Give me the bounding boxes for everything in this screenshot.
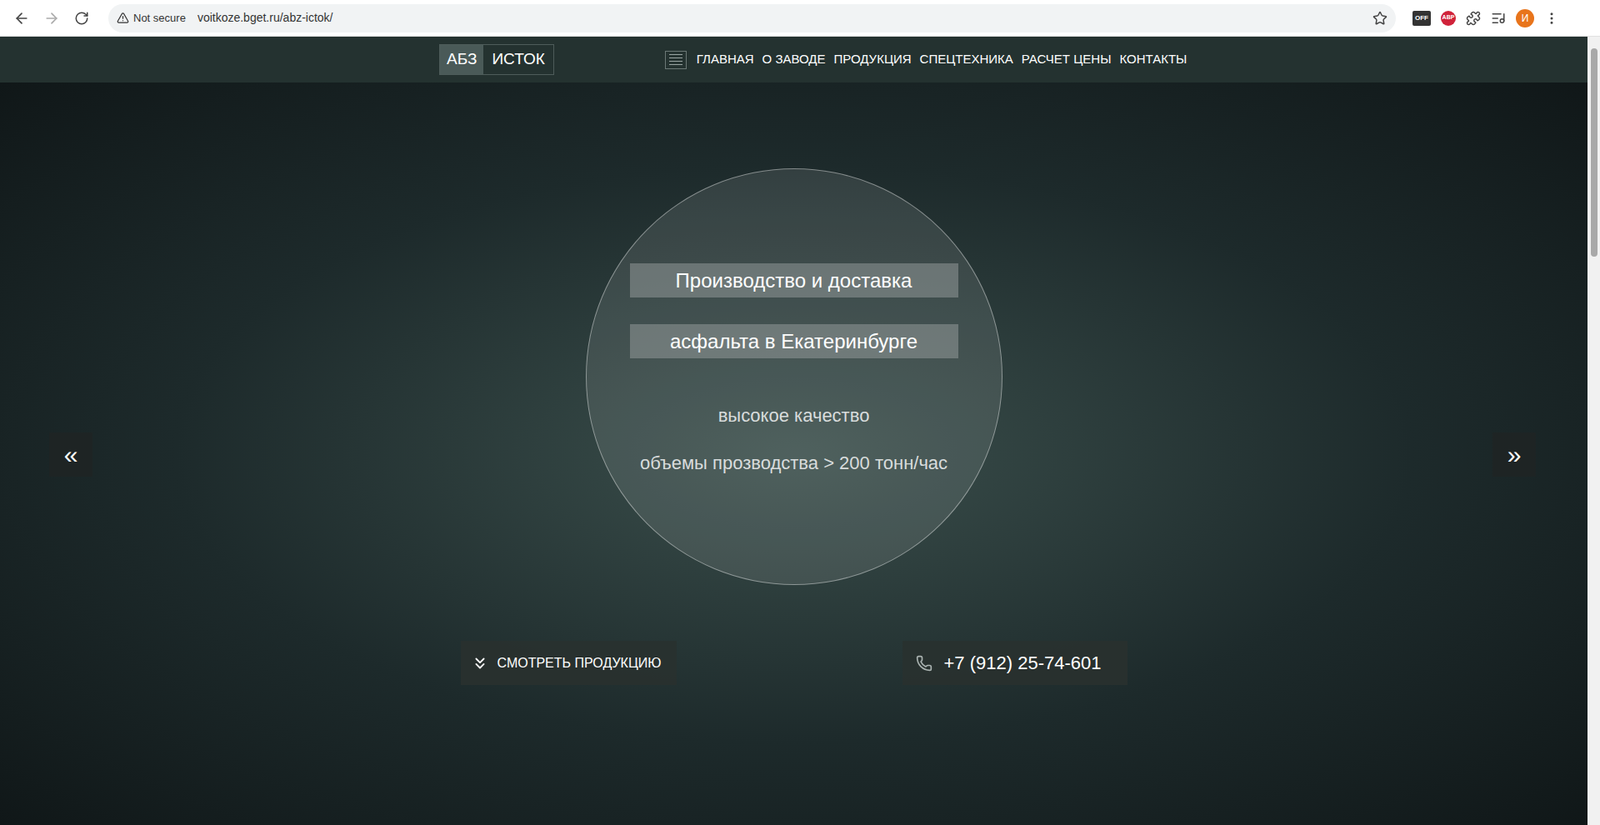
address-bar[interactable]: Not secure voitkoze.bget.ru/abz-ictok/ xyxy=(108,4,1396,33)
extension-adblock[interactable]: ABP xyxy=(1440,10,1456,26)
phone-icon xyxy=(915,655,933,672)
reload-button[interactable] xyxy=(68,5,95,32)
view-products-button[interactable]: СМОТРЕТЬ ПРОДУКЦИЮ xyxy=(460,640,677,685)
browser-toolbar: Not secure voitkoze.bget.ru/abz-ictok/OFF… xyxy=(0,0,1600,37)
hero-tagline: объемы прозводства > 200 тонн/час xyxy=(640,449,948,477)
warning-icon xyxy=(116,11,130,25)
security-chip[interactable]: Not secure xyxy=(116,10,186,27)
url-text: voitkoze.bget.ru/abz-ictok/ xyxy=(197,9,334,27)
hero-tagline: высокое качество xyxy=(718,401,870,430)
phone-button[interactable]: +7 (912) 25-74-601 xyxy=(902,640,1128,685)
page: АБЗИСТОК ГЛАВНАЯ О ЗАВОДЕ ПРОДУКЦИЯ СПЕЦТЕХН… xyxy=(0,36,1588,825)
hero-buttons: СМОТРЕТЬ ПРОДУКЦИЮ +7 (912) 25-74-601 xyxy=(460,640,1128,685)
site-menu: ГЛАВНАЯ О ЗАВОДЕ ПРОДУКЦИЯ СПЕЦТЕХНИКА РАСЧЕ… xyxy=(696,50,1188,70)
bookmark-star-icon[interactable] xyxy=(1372,10,1388,26)
back-button[interactable] xyxy=(8,5,35,32)
hero-circle: Производство и доставка асфальта в Екатер… xyxy=(585,168,1003,585)
menu-line-icon xyxy=(669,64,683,65)
forward-button[interactable] xyxy=(38,5,65,32)
hero-headline: асфальта в Екатеринбурге xyxy=(630,324,959,359)
hero-headline: Производство и доставка xyxy=(630,263,959,298)
double-chevron-down-icon xyxy=(470,654,490,673)
site-logo[interactable]: АБЗИСТОК xyxy=(439,44,555,75)
menu-line-icon xyxy=(669,57,683,59)
security-label: Not secure xyxy=(133,10,186,27)
browser-window: Not secure voitkoze.bget.ru/abz-ictok/OFF… xyxy=(0,0,1600,825)
nav-link[interactable]: О ЗАВОДЕ xyxy=(762,50,826,70)
media-queue-icon[interactable] xyxy=(1490,10,1506,26)
reload-icon xyxy=(74,10,90,26)
nav-link[interactable]: РАСЧЕТ ЦЕНЫ xyxy=(1021,50,1112,70)
nav-link[interactable]: СПЕЦТЕХНИКА xyxy=(920,50,1014,70)
nav-link[interactable]: ГЛАВНАЯ xyxy=(696,50,755,70)
nav-link[interactable]: КОНТАКТЫ xyxy=(1119,50,1187,70)
extension-off[interactable]: OFF xyxy=(1412,10,1431,26)
extensions-puzzle-icon[interactable] xyxy=(1465,10,1481,26)
slider-prev-button[interactable]: « xyxy=(49,432,93,477)
site-navbar: АБЗИСТОК ГЛАВНАЯ О ЗАВОДЕ ПРОДУКЦИЯ СПЕЦТЕХН… xyxy=(0,36,1588,83)
nav-link[interactable]: ПРОДУКЦИЯ xyxy=(834,50,912,70)
scrollbar-thumb[interactable] xyxy=(1590,48,1598,257)
menu-line-icon xyxy=(669,60,683,62)
page-viewport: АБЗИСТОК ГЛАВНАЯ О ЗАВОДЕ ПРОДУКЦИЯ СПЕЦТЕХН… xyxy=(0,36,1600,825)
scrollbar[interactable] xyxy=(1587,36,1600,825)
slider-next-button[interactable]: » xyxy=(1492,432,1536,477)
hero-slider: Производство и доставка асфальта в Екатер… xyxy=(0,82,1588,825)
forward-arrow-icon xyxy=(43,10,60,27)
back-arrow-icon xyxy=(13,10,30,27)
menu-line-icon xyxy=(669,54,683,55)
menu-toggle[interactable] xyxy=(665,50,687,70)
profile-avatar[interactable]: И xyxy=(1515,9,1535,28)
browser-menu-icon[interactable] xyxy=(1544,10,1560,26)
